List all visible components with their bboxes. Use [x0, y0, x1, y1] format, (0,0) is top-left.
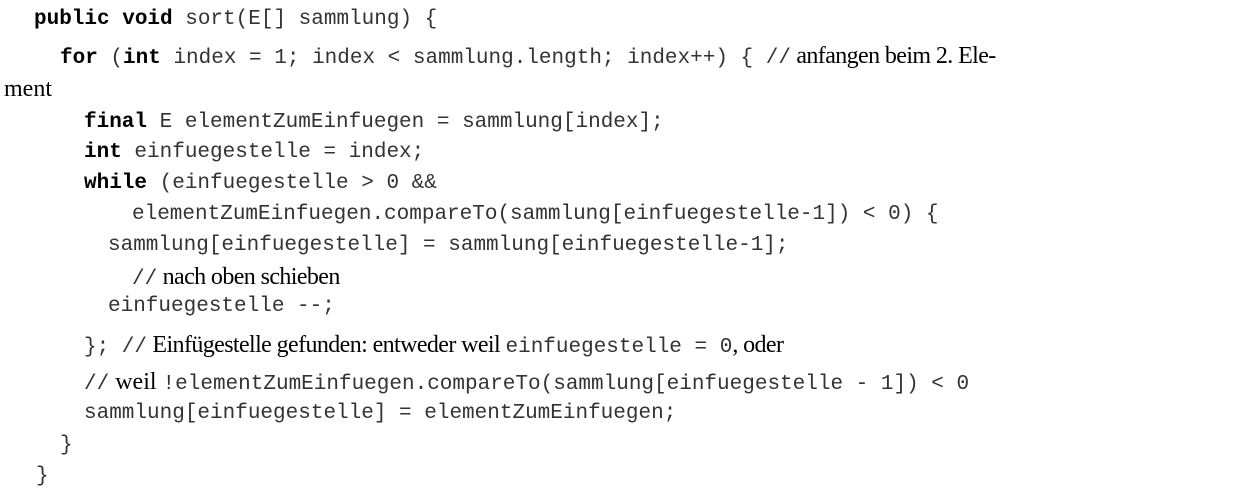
- code-line-12: // weil !elementZumEinfuegen.compareTo(s…: [84, 366, 969, 398]
- keyword: int: [123, 47, 161, 70]
- code-line-5: int einfuegestelle = index;: [84, 137, 424, 169]
- code-text: (: [97, 47, 124, 70]
- code-text: sammlung[einfuegestelle] = elementZumEin…: [84, 402, 677, 425]
- code-line-4: final E elementZumEinfuegen = sammlung[i…: [84, 107, 664, 139]
- code-text: }: [36, 465, 49, 488]
- code-line-13: sammlung[einfuegestelle] = elementZumEin…: [84, 398, 676, 430]
- code-text: einfuegestelle --;: [108, 295, 335, 318]
- code-line-11: }; // Einfügestelle gefunden: entweder w…: [84, 329, 784, 361]
- comment-text: weil: [109, 369, 163, 395]
- comment-text: Einfügestelle gefunden: entweder weil: [147, 332, 506, 358]
- keyword: final: [84, 111, 148, 134]
- code-line-7: elementZumEinfuegen.compareTo(sammlung[e…: [132, 199, 939, 231]
- code-line-1: public void sort(E[] sammlung) {: [34, 4, 437, 36]
- code-line-10: einfuegestelle --;: [108, 291, 335, 323]
- code-line-6: while (einfuegestelle > 0 &&: [84, 168, 437, 200]
- code-text: }: [60, 434, 73, 457]
- code-listing: public void sort(E[] sammlung) { for (in…: [0, 0, 1254, 504]
- comment-text: ment: [4, 76, 52, 102]
- code-line-9: // nach oben schieben: [132, 261, 340, 293]
- code-text: elementZumEinfuegen.compareTo(sammlung[e…: [132, 203, 939, 226]
- comment-text: nach oben schieben: [157, 264, 341, 290]
- keyword: while: [84, 172, 148, 195]
- code-line-8: sammlung[einfuegestelle] = sammlung[einf…: [108, 230, 789, 262]
- code-text: !elementZumEinfuegen.compareTo(sammlung[…: [162, 373, 970, 396]
- keyword: public void: [34, 8, 173, 31]
- code-line-3: ment: [4, 73, 52, 105]
- code-line-14: }: [60, 430, 73, 462]
- comment-text: , oder: [732, 332, 784, 358]
- code-line-2: for (int index = 1; index < sammlung.len…: [60, 40, 996, 72]
- keyword: for: [60, 47, 98, 70]
- code-text: sort(E[] sammlung) {: [172, 8, 438, 31]
- keyword: int: [84, 141, 122, 164]
- code-text: E elementZumEinfuegen = sammlung[index];: [147, 111, 664, 134]
- code-text: (einfuegestelle > 0 &&: [147, 172, 437, 195]
- code-text: sammlung[einfuegestelle] = sammlung[einf…: [108, 234, 789, 257]
- code-text: index = 1; index < sammlung.length; inde…: [160, 47, 791, 70]
- code-text: //: [84, 373, 110, 396]
- comment-text: anfangen beim 2. Ele-: [790, 43, 996, 69]
- code-text: einfuegestelle = 0: [505, 336, 733, 359]
- code-text: }; //: [84, 336, 148, 359]
- code-text: //: [132, 268, 158, 291]
- code-text: einfuegestelle = index;: [121, 141, 425, 164]
- code-line-15: }: [36, 461, 49, 493]
